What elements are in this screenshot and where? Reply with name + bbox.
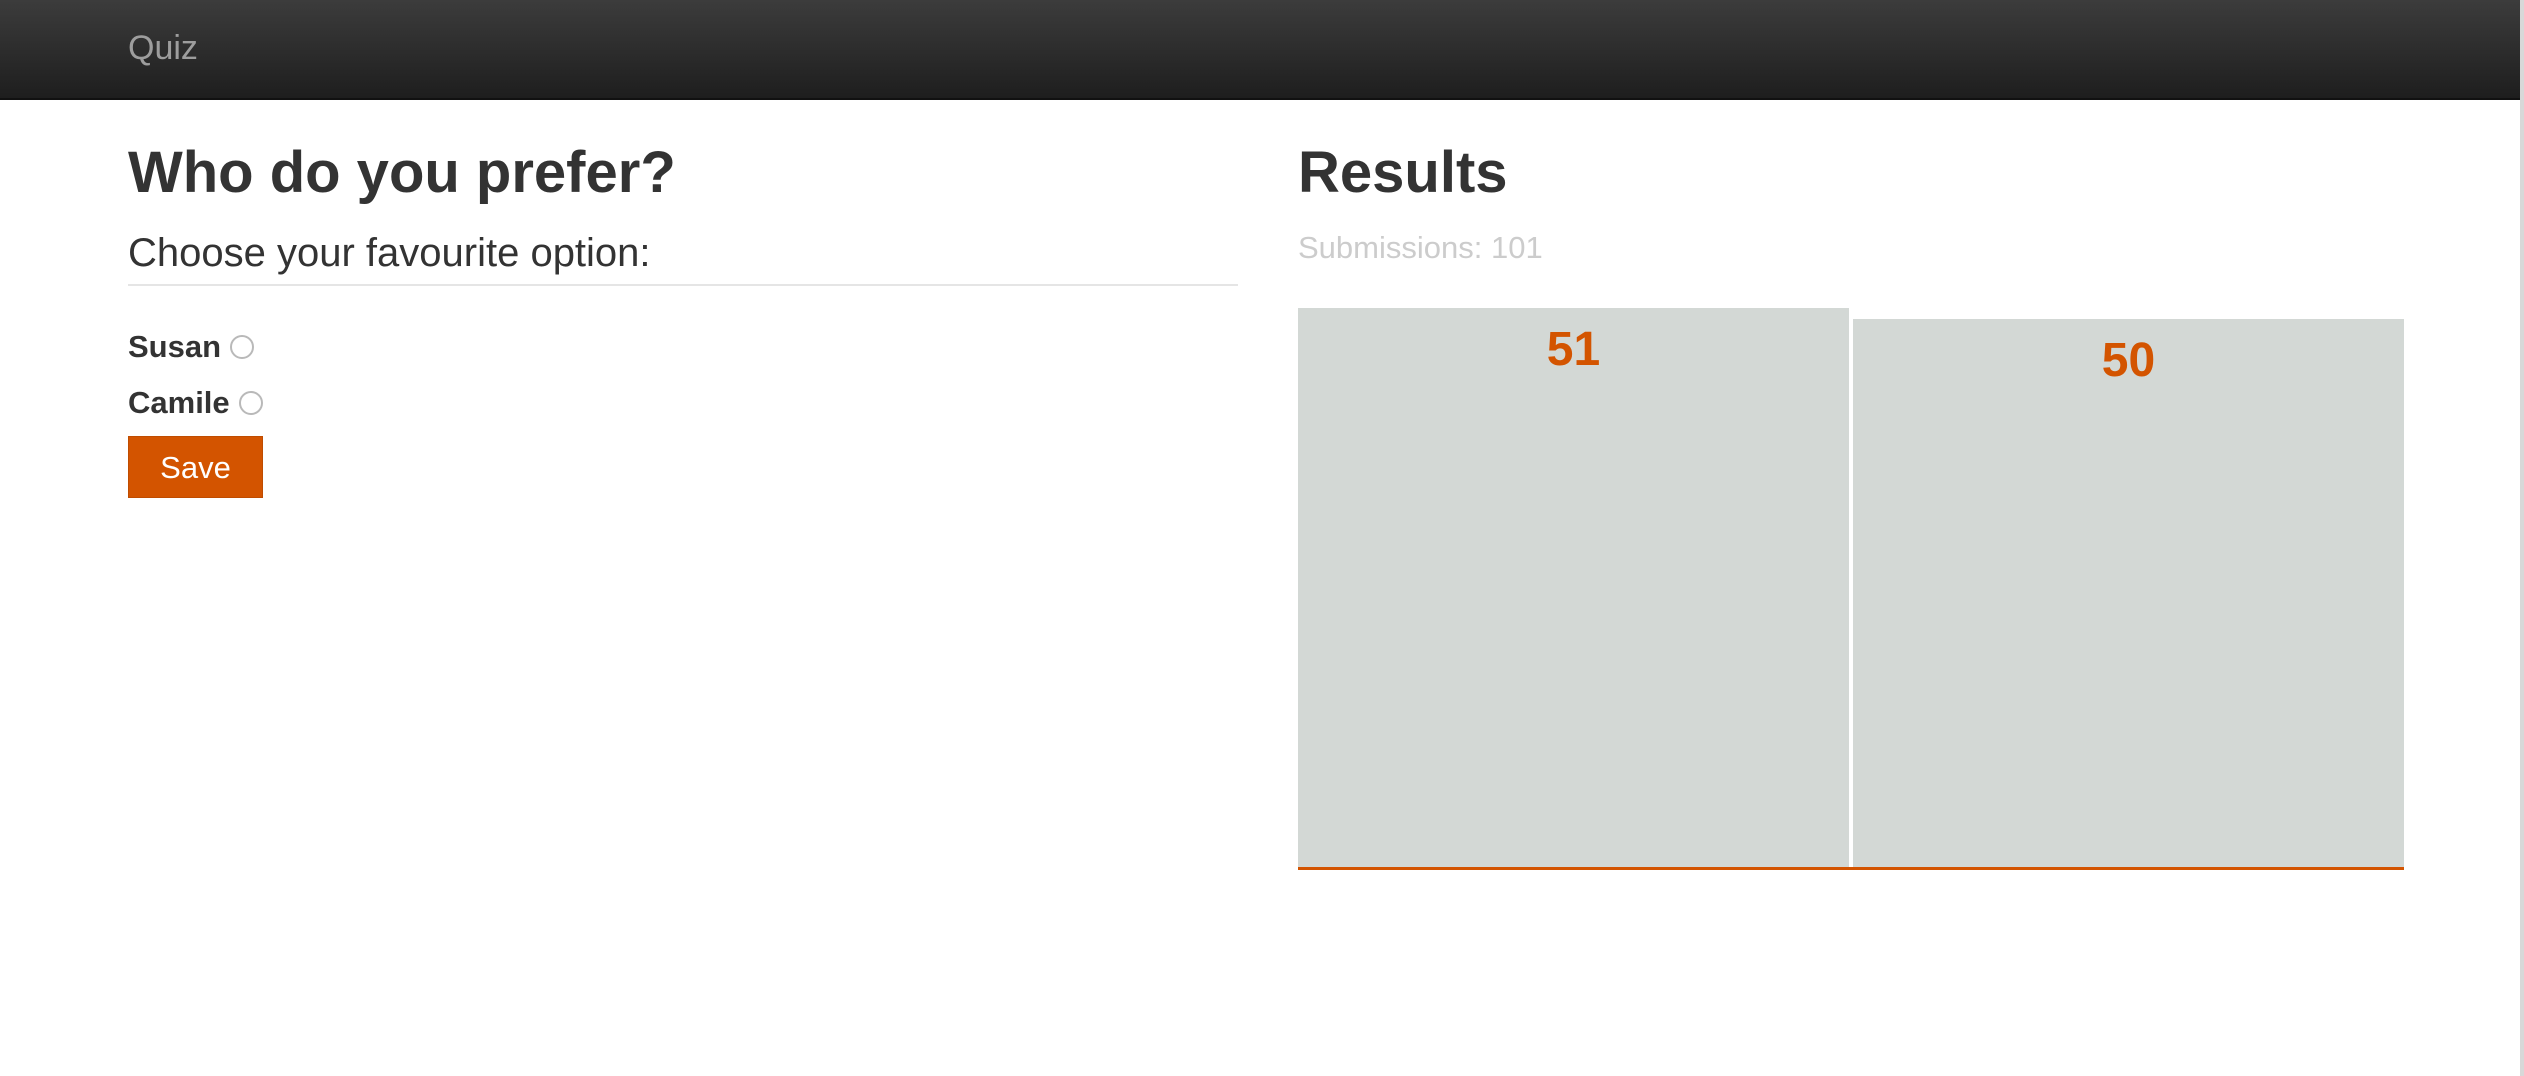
bar-value-label: 50 <box>2101 333 2156 387</box>
chart-baseline <box>1298 867 2404 870</box>
option-label: Camile <box>128 385 230 420</box>
results-chart: 51 50 <box>1298 308 2404 870</box>
page-title: Who do you prefer? <box>128 140 676 205</box>
submissions-prefix: Submissions: <box>1298 230 1491 265</box>
save-button[interactable]: Save <box>128 436 263 498</box>
scrollbar[interactable] <box>2520 0 2524 1076</box>
question-legend: Choose your favourite option: <box>128 228 1238 286</box>
brand-link[interactable]: Quiz <box>128 26 198 70</box>
option-camile[interactable]: Camile <box>128 383 263 423</box>
navbar: Quiz <box>0 0 2520 100</box>
option-susan[interactable]: Susan <box>128 327 255 367</box>
radio-camile[interactable] <box>238 391 263 415</box>
radio-susan[interactable] <box>230 335 255 359</box>
results-title: Results <box>1298 140 1508 205</box>
option-label: Susan <box>128 329 222 364</box>
submissions-value: 101 <box>1490 230 1543 265</box>
bar-value-label: 51 <box>1546 323 1601 376</box>
result-bar-camile: 50 <box>1853 318 2404 867</box>
result-bar-susan: 51 <box>1298 308 1849 867</box>
submissions-count: Submissions: 101 <box>1298 228 1543 268</box>
